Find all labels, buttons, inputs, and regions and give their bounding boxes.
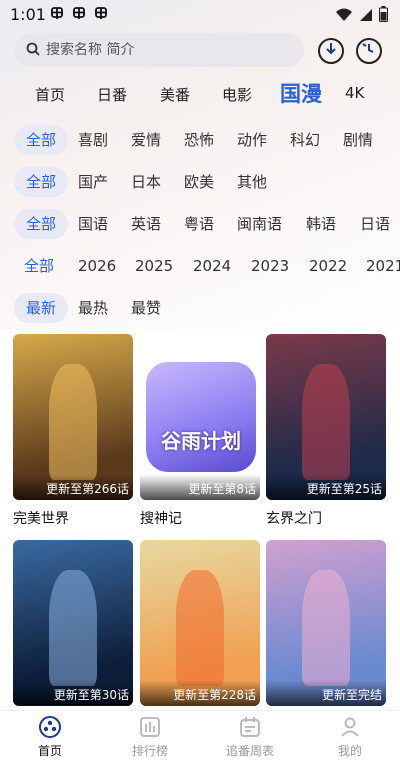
card-title: 搜神记 bbox=[140, 511, 182, 527]
calendar-icon bbox=[238, 715, 262, 739]
bug-icon bbox=[48, 5, 66, 23]
poster-image: 更新至第30话 bbox=[13, 540, 133, 706]
poster-figure bbox=[176, 569, 224, 687]
nav-schedule[interactable]: 追番周表 bbox=[215, 715, 285, 759]
region-chip[interactable]: 日本 bbox=[131, 167, 161, 197]
sort-chip[interactable]: 最热 bbox=[78, 293, 108, 323]
ranking-icon bbox=[138, 715, 162, 739]
card-title: 玄界之门 bbox=[266, 511, 322, 527]
poster-image: 更新至完结 bbox=[266, 540, 386, 706]
card-title: 完美世界 bbox=[13, 511, 69, 527]
episode-badge: 更新至第30话 bbox=[53, 688, 129, 702]
language-chip[interactable]: 英语 bbox=[131, 209, 161, 239]
poster-figure bbox=[49, 363, 97, 481]
anime-card[interactable]: 更新至完结 bbox=[266, 540, 386, 706]
search-bar[interactable] bbox=[14, 33, 304, 67]
poster-figure bbox=[49, 569, 97, 687]
anime-card[interactable]: 更新至第25话 玄界之门 bbox=[266, 334, 386, 528]
genre-chip[interactable]: 爱情 bbox=[131, 125, 161, 155]
bug-icon bbox=[70, 5, 88, 23]
poster-image: 更新至第25话 bbox=[266, 334, 386, 500]
status-bar: 1:01 bbox=[0, 0, 400, 30]
anime-card[interactable]: 更新至第30话 bbox=[13, 540, 133, 706]
region-chip[interactable]: 全部 bbox=[14, 167, 69, 197]
genre-chip[interactable]: 喜剧 bbox=[78, 125, 108, 155]
region-chip[interactable]: 国产 bbox=[78, 167, 108, 197]
app-logo-image: 谷雨计划 bbox=[146, 362, 256, 472]
tab-movie[interactable]: 电影 bbox=[222, 84, 252, 105]
anime-card[interactable]: 谷雨计划 更新至第8话 搜神记 bbox=[140, 334, 260, 528]
tab-japanese[interactable]: 日番 bbox=[97, 84, 127, 105]
episode-badge: 更新至第266话 bbox=[46, 482, 129, 496]
genre-chip[interactable]: 恐怖 bbox=[184, 125, 214, 155]
nav-label: 我的 bbox=[337, 744, 362, 758]
tab-american[interactable]: 美番 bbox=[160, 84, 190, 105]
language-chip[interactable]: 闽南语 bbox=[237, 209, 282, 239]
sort-chip[interactable]: 最赞 bbox=[131, 293, 161, 323]
language-chip[interactable]: 全部 bbox=[14, 209, 69, 239]
region-filter: 全部 国产 日本 欧美 其他 bbox=[0, 167, 400, 201]
category-tabs: 首页 日番 美番 电影 国漫 4K bbox=[0, 78, 400, 110]
language-chip[interactable]: 日语 bbox=[360, 209, 390, 239]
anime-card[interactable]: 更新至第266话 完美世界 bbox=[13, 334, 133, 528]
year-chip[interactable]: 全部 bbox=[24, 251, 54, 281]
language-chip[interactable]: 韩语 bbox=[306, 209, 336, 239]
genre-filter: 全部 喜剧 爱情 恐怖 动作 科幻 剧情 bbox=[0, 125, 400, 159]
year-chip[interactable]: 2024 bbox=[193, 251, 231, 281]
language-chip[interactable]: 国语 bbox=[78, 209, 108, 239]
year-chip[interactable]: 2022 bbox=[309, 251, 347, 281]
history-icon bbox=[361, 41, 377, 61]
poster-image: 谷雨计划 更新至第8话 bbox=[140, 334, 260, 500]
year-chip[interactable]: 2026 bbox=[78, 251, 116, 281]
episode-badge: 更新至第228话 bbox=[173, 688, 256, 702]
episode-badge: 更新至第25话 bbox=[306, 482, 382, 496]
history-button[interactable] bbox=[356, 38, 382, 64]
sort-filter: 最新 最热 最赞 bbox=[0, 293, 400, 327]
status-time: 1:01 bbox=[10, 5, 46, 24]
language-chip[interactable]: 粤语 bbox=[184, 209, 214, 239]
bottom-navigation: 首页 排行榜 追番周表 我的 bbox=[0, 710, 400, 766]
profile-icon bbox=[338, 715, 362, 739]
genre-chip[interactable]: 科幻 bbox=[290, 125, 320, 155]
episode-badge: 更新至完结 bbox=[321, 688, 382, 702]
nav-label: 追番周表 bbox=[225, 744, 274, 758]
genre-chip[interactable]: 剧情 bbox=[343, 125, 373, 155]
download-icon bbox=[323, 41, 339, 61]
tab-home[interactable]: 首页 bbox=[35, 84, 65, 105]
signal-icon bbox=[359, 7, 373, 26]
year-chip[interactable]: 2025 bbox=[135, 251, 173, 281]
poster-image: 更新至第228话 bbox=[140, 540, 260, 706]
year-chip[interactable]: 2021 bbox=[366, 251, 400, 281]
nav-label: 首页 bbox=[37, 744, 62, 758]
search-input[interactable] bbox=[46, 42, 286, 58]
year-filter: 全部 2026 2025 2024 2023 2022 2021 bbox=[0, 251, 400, 285]
year-chip[interactable]: 2023 bbox=[251, 251, 289, 281]
language-filter: 全部 国语 英语 粤语 闽南语 韩语 日语 bbox=[0, 209, 400, 243]
poster-figure bbox=[302, 569, 350, 687]
episode-badge: 更新至第8话 bbox=[188, 482, 256, 496]
search-icon bbox=[26, 41, 40, 60]
tab-4k[interactable]: 4K bbox=[345, 84, 364, 102]
battery-icon bbox=[379, 6, 388, 26]
nav-profile[interactable]: 我的 bbox=[315, 715, 385, 759]
poster-image: 更新至第266话 bbox=[13, 334, 133, 500]
region-chip[interactable]: 其他 bbox=[237, 167, 267, 197]
bug-icon bbox=[92, 5, 110, 23]
wifi-icon bbox=[335, 7, 353, 26]
region-chip[interactable]: 欧美 bbox=[184, 167, 214, 197]
app-logo-text: 谷雨计划 bbox=[161, 429, 241, 453]
poster-figure bbox=[302, 363, 350, 481]
nav-label: 排行榜 bbox=[131, 744, 168, 758]
tab-chinese-anime[interactable]: 国漫 bbox=[280, 78, 322, 108]
home-icon bbox=[38, 715, 62, 739]
nav-ranking[interactable]: 排行榜 bbox=[115, 715, 185, 759]
download-button[interactable] bbox=[318, 38, 344, 64]
sort-chip[interactable]: 最新 bbox=[14, 293, 69, 323]
genre-chip[interactable]: 全部 bbox=[14, 125, 69, 155]
nav-home[interactable]: 首页 bbox=[15, 715, 85, 759]
genre-chip[interactable]: 动作 bbox=[237, 125, 267, 155]
anime-card[interactable]: 更新至第228话 bbox=[140, 540, 260, 706]
